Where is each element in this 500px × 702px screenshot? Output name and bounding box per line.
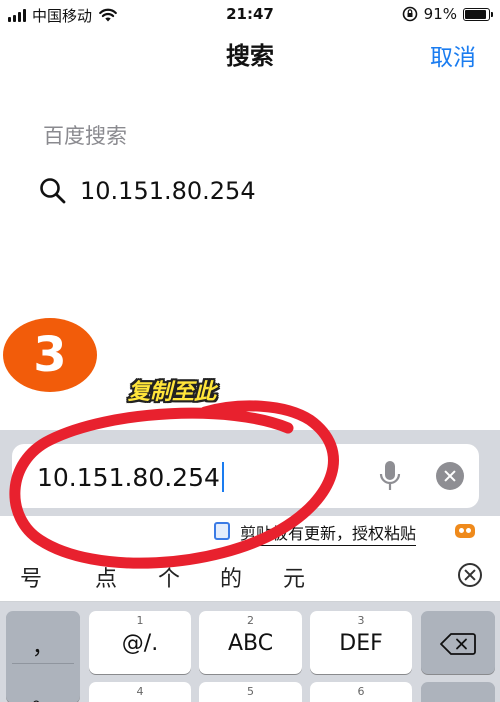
clear-icon[interactable] (436, 462, 464, 490)
candidate-item[interactable]: 号 (20, 561, 42, 593)
suggestion-section-label: 百度搜索 (43, 124, 127, 148)
collapse-icon[interactable] (458, 563, 482, 587)
keyboard-bot-icon[interactable] (455, 524, 475, 538)
backspace-icon (440, 633, 476, 655)
key-4[interactable]: 4 (89, 682, 191, 702)
clipboard-icon (214, 522, 230, 540)
clipboard-paste-link[interactable]: 剪贴板有更新，授权粘贴 (240, 520, 417, 546)
battery-percent: 91% (423, 5, 457, 23)
key-label: DEF (339, 631, 383, 656)
search-icon (40, 178, 66, 204)
battery-icon (463, 7, 493, 21)
candidate-item[interactable]: 元 (283, 561, 305, 593)
suggestion-item[interactable]: 10.151.80.254 (38, 176, 256, 206)
cancel-button[interactable]: 取消 (430, 38, 476, 72)
key-6[interactable]: 6 (310, 682, 412, 702)
key-number: 6 (357, 685, 365, 698)
key-punctuation-column: ， 。 (6, 611, 80, 702)
key-divider (12, 663, 74, 664)
search-input-value[interactable]: 10.151.80.254 (37, 462, 224, 492)
candidate-item[interactable]: 个 (158, 561, 180, 593)
search-input-text: 10.151.80.254 (37, 462, 220, 492)
battery-fill (465, 9, 486, 19)
microphone-icon[interactable] (376, 459, 404, 495)
page-title: 搜索 (226, 42, 274, 70)
status-bar: 中国移动 21:47 91% (0, 0, 500, 28)
step-number-badge: 3 (3, 318, 97, 392)
candidate-item[interactable]: 的 (220, 561, 242, 593)
status-right: 91% (402, 5, 493, 23)
key-3[interactable]: 3 DEF (310, 611, 412, 674)
suggestion-text: 10.151.80.254 (80, 177, 256, 205)
key-number: 5 (247, 685, 254, 698)
key-2[interactable]: 2 ABC (199, 611, 302, 674)
key-comma[interactable]: ， (6, 629, 80, 661)
key-label: ABC (227, 631, 274, 656)
key-label: @/. (121, 631, 159, 656)
candidate-bar (0, 548, 500, 602)
key-right-column[interactable] (421, 682, 495, 702)
key-number: 2 (247, 614, 254, 627)
text-caret (221, 462, 224, 492)
key-1[interactable]: 1 @/. (89, 611, 191, 674)
orientation-lock-icon (402, 6, 417, 22)
key-number: 1 (136, 614, 144, 627)
key-period[interactable]: 。 (6, 681, 80, 702)
key-number: 3 (357, 614, 365, 627)
candidate-item[interactable]: 点 (95, 561, 117, 593)
annotation-note: 复制至此 (128, 380, 217, 405)
key-5[interactable]: 5 (199, 682, 302, 702)
key-number: 4 (136, 685, 144, 698)
